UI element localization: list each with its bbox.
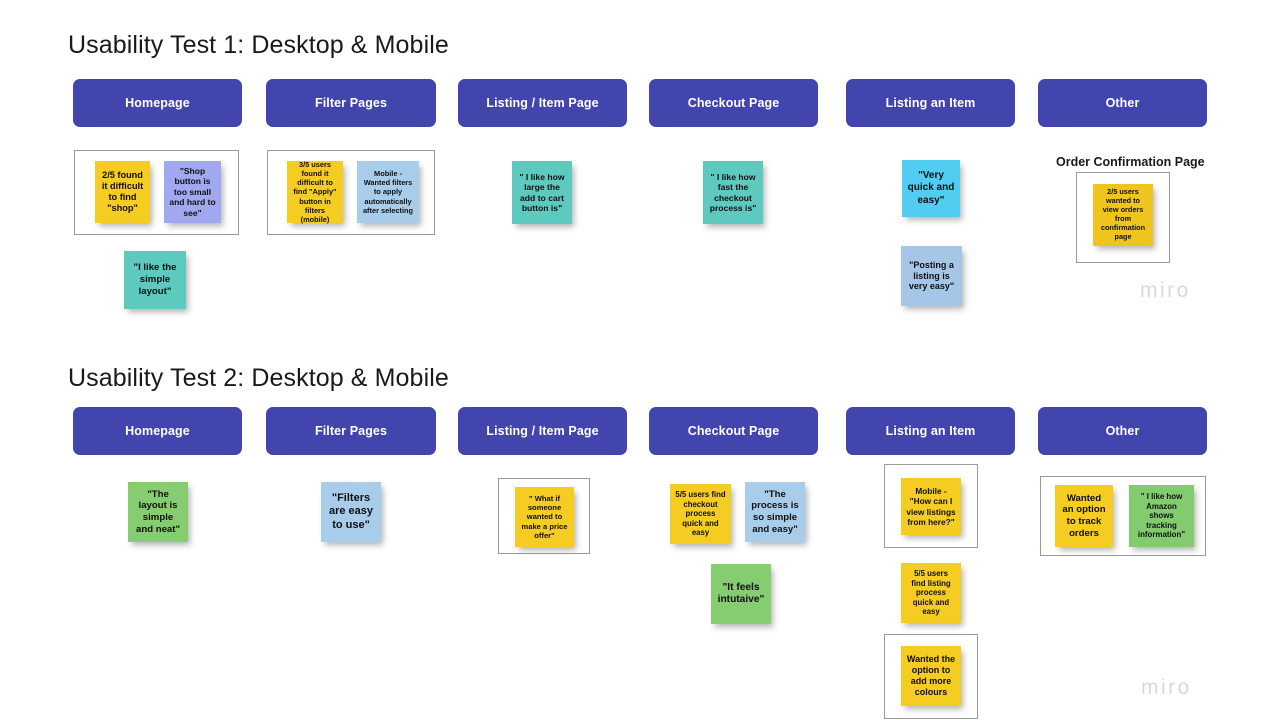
sticky-note[interactable]: " I like how fast the checkout process i… bbox=[703, 161, 763, 224]
sticky-note[interactable]: 3/5 users found it difficult to find "Ap… bbox=[287, 160, 343, 224]
sticky-note-text: Wanted the option to add more colours bbox=[906, 654, 956, 697]
sticky-note-text: " I like how Amazon shows tracking infor… bbox=[1137, 491, 1186, 540]
sticky-note[interactable]: "Shop button is too small and hard to se… bbox=[164, 161, 221, 223]
column-header-label: Listing an Item bbox=[885, 96, 976, 110]
miro-watermark: miro bbox=[1140, 279, 1191, 302]
column-header-label: Filter Pages bbox=[314, 96, 388, 110]
column-header-label: Other bbox=[1105, 96, 1140, 110]
column-header-label: Listing an Item bbox=[885, 424, 976, 438]
sticky-note-text: "I like the simple layout" bbox=[133, 262, 177, 297]
sticky-note[interactable]: "The process is so simple and easy" bbox=[745, 482, 805, 542]
sticky-note[interactable]: 5/5 users find checkout process quick an… bbox=[670, 484, 731, 544]
sticky-note-text: Mobile - Wanted filters to apply automat… bbox=[362, 169, 414, 215]
column-header-label: Homepage bbox=[125, 96, 190, 110]
sticky-note[interactable]: "I like the simple layout" bbox=[124, 251, 186, 309]
sticky-note[interactable]: Wanted the option to add more colours bbox=[901, 646, 961, 706]
sticky-note-text: " I like how large the add to cart butto… bbox=[519, 171, 565, 213]
sticky-note[interactable]: 2/5 found it difficult to find "shop" bbox=[95, 161, 150, 223]
sticky-note-text: 2/5 found it difficult to find "shop" bbox=[101, 169, 144, 214]
sticky-note[interactable]: " I like how Amazon shows tracking infor… bbox=[1129, 485, 1194, 547]
section-title-usability-test-2: Usability Test 2: Desktop & Mobile bbox=[68, 364, 449, 392]
sticky-note[interactable]: " What if someone wanted to make a price… bbox=[515, 487, 574, 547]
sticky-note[interactable]: Mobile - Wanted filters to apply automat… bbox=[357, 161, 419, 223]
sticky-note-text: 2/5 users wanted to view orders from con… bbox=[1100, 187, 1146, 241]
miro-watermark: miro bbox=[1141, 676, 1192, 699]
sticky-note-text: 5/5 users find listing process quick and… bbox=[911, 569, 951, 617]
sticky-note[interactable]: "Very quick and easy" bbox=[902, 160, 960, 217]
sticky-note[interactable]: "It feels intutaive" bbox=[711, 564, 771, 624]
sticky-note-text: " What if someone wanted to make a price… bbox=[521, 493, 568, 540]
column-header-usability-test-2-4[interactable]: Listing an Item bbox=[846, 407, 1015, 455]
column-header-usability-test-2-2[interactable]: Listing / Item Page bbox=[458, 407, 627, 455]
column-header-usability-test-1-3[interactable]: Checkout Page bbox=[649, 79, 818, 127]
sticky-note-text: 3/5 users found it difficult to find "Ap… bbox=[293, 160, 337, 224]
column-header-usability-test-1-2[interactable]: Listing / Item Page bbox=[458, 79, 627, 127]
sub-label-usability-test-1-0: Order Confirmation Page bbox=[1056, 155, 1205, 169]
column-header-usability-test-2-0[interactable]: Homepage bbox=[73, 407, 242, 455]
column-header-label: Filter Pages bbox=[314, 424, 388, 438]
column-header-usability-test-1-1[interactable]: Filter Pages bbox=[266, 79, 436, 127]
sticky-note[interactable]: "Posting a listing is very easy" bbox=[901, 246, 962, 306]
column-header-usability-test-2-5[interactable]: Other bbox=[1038, 407, 1207, 455]
sticky-note[interactable]: "Filters are easy to use" bbox=[321, 482, 381, 542]
sticky-note-text: " I like how fast the checkout process i… bbox=[709, 171, 757, 213]
column-header-usability-test-2-1[interactable]: Filter Pages bbox=[266, 407, 436, 455]
sticky-note-text: "Very quick and easy" bbox=[907, 170, 955, 206]
column-header-label: Checkout Page bbox=[687, 424, 780, 438]
column-header-usability-test-1-5[interactable]: Other bbox=[1038, 79, 1207, 127]
column-header-label: Homepage bbox=[125, 424, 190, 438]
sticky-note-text: "Filters are easy to use" bbox=[328, 491, 374, 531]
sticky-note-text: 5/5 users find checkout process quick an… bbox=[675, 490, 726, 538]
column-header-usability-test-2-3[interactable]: Checkout Page bbox=[649, 407, 818, 455]
column-header-label: Checkout Page bbox=[687, 96, 780, 110]
sticky-note-text: "It feels intutaive" bbox=[717, 581, 765, 605]
sticky-note-text: "Shop button is too small and hard to se… bbox=[169, 166, 216, 218]
column-header-usability-test-1-0[interactable]: Homepage bbox=[73, 79, 242, 127]
miro-board-canvas[interactable]: Usability Test 1: Desktop & Mobile Homepa… bbox=[0, 0, 1280, 720]
sticky-note[interactable]: 2/5 users wanted to view orders from con… bbox=[1093, 184, 1153, 246]
section-title-usability-test-1: Usability Test 1: Desktop & Mobile bbox=[68, 31, 449, 59]
sticky-note-text: "The layout is simple and neat" bbox=[136, 488, 180, 535]
sticky-note[interactable]: Wanted an option to track orders bbox=[1055, 485, 1113, 547]
sticky-note[interactable]: Mobile - "How can I view listings from h… bbox=[901, 478, 961, 535]
sticky-note[interactable]: 5/5 users find listing process quick and… bbox=[901, 563, 961, 623]
column-header-label: Other bbox=[1105, 424, 1140, 438]
sticky-note-text: "Posting a listing is very easy" bbox=[908, 259, 955, 292]
column-header-usability-test-1-4[interactable]: Listing an Item bbox=[846, 79, 1015, 127]
sticky-note-text: "The process is so simple and easy" bbox=[751, 488, 799, 535]
column-header-label: Listing / Item Page bbox=[486, 424, 599, 438]
sticky-note[interactable]: " I like how large the add to cart butto… bbox=[512, 161, 572, 224]
column-header-label: Listing / Item Page bbox=[486, 96, 599, 110]
sticky-note-text: Mobile - "How can I view listings from h… bbox=[906, 486, 956, 527]
sticky-note-text: Wanted an option to track orders bbox=[1062, 492, 1106, 539]
sticky-note[interactable]: "The layout is simple and neat" bbox=[128, 482, 188, 542]
